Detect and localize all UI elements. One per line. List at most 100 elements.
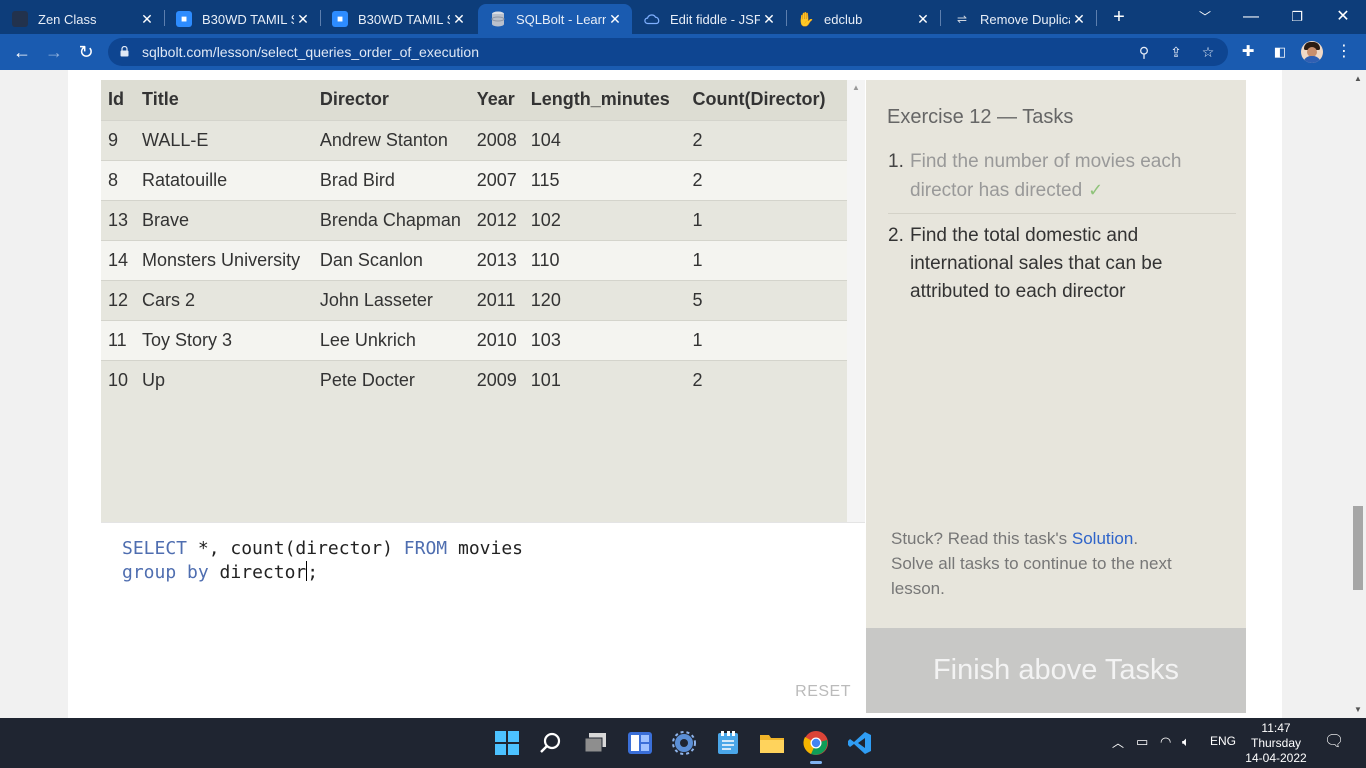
stuck-hint: Stuck? Read this task's Solution. Solve … (891, 526, 1221, 601)
close-window-icon[interactable]: ✕ (1328, 5, 1358, 29)
table-row: 8 Ratatouille Brad Bird 2007 115 2 (101, 159, 847, 200)
file-explorer-icon[interactable] (756, 727, 788, 759)
close-icon[interactable]: ✕ (760, 11, 778, 28)
zoom-magnifier-icon[interactable]: ⚲ (1134, 42, 1154, 62)
sql-code[interactable]: SELECT *, count(director) FROM movies gr… (122, 537, 523, 585)
battery-icon[interactable]: ▭ (1136, 734, 1148, 750)
solution-link[interactable]: Solution (1072, 529, 1133, 548)
tab-zen-class[interactable]: Zen Class ✕ (0, 4, 164, 34)
zen-class-icon (12, 11, 28, 27)
task-panel: Exercise 12 — Tasks 1. Find the number o… (866, 80, 1246, 713)
extensions-puzzle-icon[interactable]: ✚ (1236, 40, 1260, 64)
notepad-icon[interactable] (712, 727, 744, 759)
cell-id: 9 (101, 119, 136, 160)
new-tab-icon[interactable]: + (1104, 5, 1134, 29)
column-header-title: Title (135, 80, 313, 120)
lock-icon[interactable] (120, 46, 129, 57)
cell-title: WALL-E (135, 119, 313, 160)
cell-length: 120 (523, 279, 686, 320)
cell-id: 12 (101, 279, 136, 320)
back-icon[interactable]: ← (9, 40, 35, 64)
sql-text: director (208, 562, 307, 583)
side-panel-icon[interactable]: ◧ (1268, 40, 1292, 64)
tray-overflow-chevron-icon[interactable]: ︿ (1112, 734, 1124, 751)
profile-avatar[interactable] (1301, 41, 1323, 63)
task-view-icon[interactable] (580, 727, 612, 759)
cell-count: 1 (685, 199, 847, 240)
cell-director: Brenda Chapman (312, 199, 470, 240)
kebab-menu-icon[interactable]: ⋮ (1332, 40, 1356, 64)
clock-date: 14-04-2022 (1245, 751, 1307, 765)
chrome-icon[interactable] (800, 727, 832, 764)
tab-zoom-2[interactable]: ■ B30WD TAMIL Se ✕ (320, 4, 476, 34)
minimize-icon[interactable]: — (1236, 5, 1266, 29)
page-viewport: Id Title Director Year Length_minutes Co… (0, 70, 1350, 718)
close-icon[interactable]: ✕ (294, 11, 312, 28)
close-icon[interactable]: ✕ (1070, 11, 1088, 28)
settings-gear-icon[interactable] (668, 727, 700, 759)
table-row: 10 Up Pete Docter 2009 101 2 (101, 359, 847, 400)
tab-sqlbolt[interactable]: SQLBolt - Learn S ✕ (478, 4, 632, 34)
notification-icon[interactable]: 🗨︎ (1324, 731, 1344, 751)
vscode-icon[interactable] (844, 727, 876, 759)
close-icon[interactable]: ✕ (138, 11, 156, 28)
close-icon[interactable]: ✕ (914, 11, 932, 28)
cell-year: 2008 (469, 119, 524, 160)
continue-text: Solve all tasks to continue to the next … (891, 554, 1172, 598)
volume-icon[interactable]: 🔈︎ (1182, 734, 1190, 750)
reset-button[interactable]: RESET (795, 683, 851, 701)
tab-title: B30WD TAMIL Se (358, 11, 450, 27)
tab-jsfiddle[interactable]: Edit fiddle - JSFid ✕ (632, 4, 786, 34)
scrollbar-thumb[interactable] (1353, 506, 1363, 590)
cell-year: 2007 (469, 159, 524, 200)
scroll-up-icon[interactable]: ▲ (1353, 74, 1363, 83)
task-item: 1. Find the number of movies each direct… (888, 148, 1236, 214)
close-icon[interactable]: ✕ (606, 11, 624, 28)
restore-icon[interactable]: ❐ (1282, 5, 1312, 29)
table-header-row: Id Title Director Year Length_minutes Co… (101, 80, 847, 120)
tab-search-chevron-icon[interactable]: ﹀ (1190, 5, 1220, 29)
search-icon[interactable] (535, 727, 567, 759)
cell-director: Lee Unkrich (312, 319, 470, 360)
cell-director: Dan Scanlon (312, 239, 470, 280)
tab-zoom-1[interactable]: ■ B30WD TAMIL Se ✕ (164, 4, 320, 34)
cell-count: 2 (685, 159, 847, 200)
bookmark-star-icon[interactable]: ☆ (1198, 42, 1218, 62)
cell-title: Toy Story 3 (135, 319, 313, 360)
results-scrollbar[interactable]: ▲ ▼ (847, 80, 865, 592)
scroll-down-icon[interactable]: ▼ (1353, 705, 1363, 714)
sql-editor[interactable]: SELECT *, count(director) FROM movies gr… (101, 522, 865, 713)
forward-icon[interactable]: → (41, 40, 67, 64)
sql-text: *, count(director) (187, 538, 404, 559)
cell-length: 104 (523, 119, 686, 160)
tab-edclub[interactable]: ✋ edclub ✕ (786, 4, 940, 34)
table-row: 11 Toy Story 3 Lee Unkrich 2010 103 1 (101, 319, 847, 360)
stuck-prefix: Stuck? Read this task's (891, 529, 1072, 548)
wifi-icon[interactable]: ◠ (1160, 734, 1171, 750)
column-header-id: Id (101, 80, 136, 120)
language-indicator[interactable]: ENG (1210, 734, 1236, 748)
widgets-icon[interactable] (624, 727, 656, 759)
sql-space (176, 562, 187, 583)
reload-icon[interactable]: ↻ (73, 40, 99, 64)
cell-year: 2012 (469, 199, 524, 240)
share-icon[interactable]: ⇪ (1166, 42, 1186, 62)
tab-separator (940, 10, 941, 26)
tab-separator (1096, 10, 1097, 26)
column-header-count-director: Count(Director) (685, 80, 847, 120)
address-bar[interactable]: sqlbolt.com/lesson/select_queries_order_… (108, 38, 1228, 66)
scroll-up-icon[interactable]: ▲ (851, 83, 861, 92)
cell-count: 5 (685, 279, 847, 320)
cell-title: Up (135, 359, 313, 400)
cell-title: Ratatouille (135, 159, 313, 200)
system-clock[interactable]: 11:47 Thursday 14-04-2022 (1244, 721, 1308, 766)
cell-length: 102 (523, 199, 686, 240)
windows-start-icon[interactable] (491, 727, 523, 759)
close-icon[interactable]: ✕ (450, 11, 468, 28)
cell-count: 1 (685, 319, 847, 360)
column-header-year: Year (469, 80, 524, 120)
tab-remove-duplicates[interactable]: ⇌ Remove Duplicat ✕ (942, 4, 1096, 34)
page-scrollbar[interactable]: ▲ ▼ (1350, 70, 1366, 718)
finish-tasks-button[interactable]: Finish above Tasks (866, 628, 1246, 713)
sql-text: ; (307, 562, 319, 583)
